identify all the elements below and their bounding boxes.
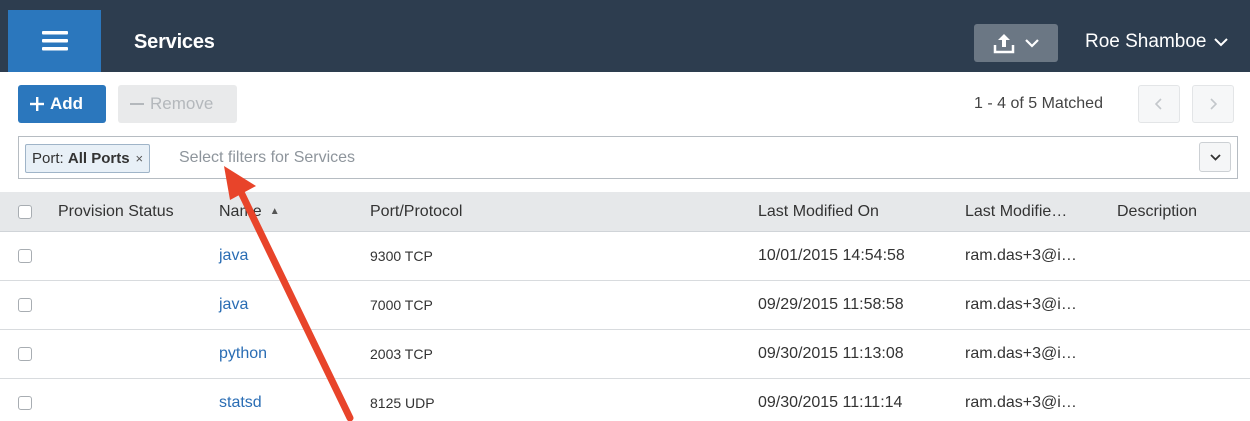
- services-table: Provision Status Name ▲ Port/Protocol La…: [0, 192, 1250, 421]
- export-button[interactable]: [974, 24, 1058, 62]
- cell-last-modified-on: 09/30/2015 11:11:14: [758, 394, 903, 411]
- chevron-down-icon: [1209, 153, 1221, 161]
- cell-name-link[interactable]: python: [219, 330, 267, 378]
- plus-icon: [30, 97, 44, 111]
- chevron-left-icon: [1155, 98, 1162, 110]
- add-button[interactable]: Add: [18, 85, 106, 123]
- next-page-button[interactable]: [1192, 85, 1234, 123]
- filter-bar: Port: All Ports ×: [18, 136, 1238, 179]
- top-bar: Services Roe Shamboe: [0, 0, 1250, 72]
- table-row[interactable]: java 7000 TCP 09/29/2015 11:58:58 ram.da…: [0, 281, 1250, 330]
- table-header: Provision Status Name ▲ Port/Protocol La…: [0, 192, 1250, 232]
- minus-icon: [130, 103, 144, 105]
- cell-last-modified-on: 09/29/2015 11:58:58: [758, 296, 904, 313]
- column-header-name-label: Name: [219, 202, 262, 220]
- row-checkbox[interactable]: [18, 281, 32, 329]
- filter-chip-label: Port: All Ports: [32, 150, 130, 167]
- chevron-right-icon: [1210, 98, 1217, 110]
- column-header-provision-status[interactable]: Provision Status: [58, 192, 174, 231]
- select-all-checkbox[interactable]: [18, 192, 32, 231]
- cell-last-modified-by: ram.das+3@i…: [965, 247, 1077, 264]
- column-header-port-protocol[interactable]: Port/Protocol: [370, 192, 462, 231]
- cell-last-modified-by: ram.das+3@i…: [965, 296, 1077, 313]
- remove-button[interactable]: Remove: [118, 85, 237, 123]
- close-icon[interactable]: ×: [136, 151, 144, 166]
- cell-name-link[interactable]: java: [219, 232, 248, 280]
- upload-icon: [993, 34, 1015, 54]
- row-checkbox[interactable]: [18, 232, 32, 280]
- table-row[interactable]: python 2003 TCP 09/30/2015 11:13:08 ram.…: [0, 330, 1250, 379]
- filter-chip-port[interactable]: Port: All Ports ×: [25, 144, 151, 173]
- menu-button[interactable]: [8, 10, 101, 72]
- cell-last-modified-by: ram.das+3@i…: [965, 345, 1077, 362]
- filter-search-input[interactable]: [179, 145, 1179, 171]
- match-count: 1 - 4 of 5 Matched: [974, 95, 1103, 112]
- page-title: Services: [134, 31, 215, 53]
- cell-port-protocol: 2003 TCP: [370, 346, 433, 362]
- cell-port-protocol: 7000 TCP: [370, 297, 433, 313]
- cell-last-modified-on: 10/01/2015 14:54:58: [758, 247, 905, 264]
- cell-name-link[interactable]: java: [219, 281, 248, 329]
- column-header-name[interactable]: Name ▲: [219, 192, 280, 231]
- chevron-down-icon: [1025, 38, 1039, 48]
- table-row[interactable]: statsd 8125 UDP 09/30/2015 11:11:14 ram.…: [0, 379, 1250, 421]
- column-header-last-modified-by[interactable]: Last Modifie…: [965, 192, 1067, 231]
- previous-page-button[interactable]: [1138, 85, 1180, 123]
- row-checkbox[interactable]: [18, 379, 32, 421]
- user-name: Roe Shamboe: [1085, 31, 1207, 52]
- add-label: Add: [50, 94, 84, 113]
- filter-dropdown-button[interactable]: [1199, 142, 1231, 172]
- cell-last-modified-by: ram.das+3@i…: [965, 394, 1077, 411]
- table-row[interactable]: java 9300 TCP 10/01/2015 14:54:58 ram.da…: [0, 232, 1250, 281]
- user-menu[interactable]: Roe Shamboe: [1085, 31, 1229, 53]
- remove-label: Remove: [150, 94, 214, 113]
- cell-name-link[interactable]: statsd: [219, 379, 262, 421]
- cell-port-protocol: 9300 TCP: [370, 248, 433, 264]
- column-header-description[interactable]: Description: [1117, 192, 1197, 231]
- cell-last-modified-on: 09/30/2015 11:13:08: [758, 345, 904, 362]
- cell-port-protocol: 8125 UDP: [370, 395, 435, 411]
- row-checkbox[interactable]: [18, 330, 32, 378]
- sort-ascending-icon: ▲: [269, 206, 280, 217]
- hamburger-icon: [41, 31, 68, 51]
- column-header-last-modified-on[interactable]: Last Modified On: [758, 192, 879, 231]
- chevron-down-icon: [1214, 37, 1229, 46]
